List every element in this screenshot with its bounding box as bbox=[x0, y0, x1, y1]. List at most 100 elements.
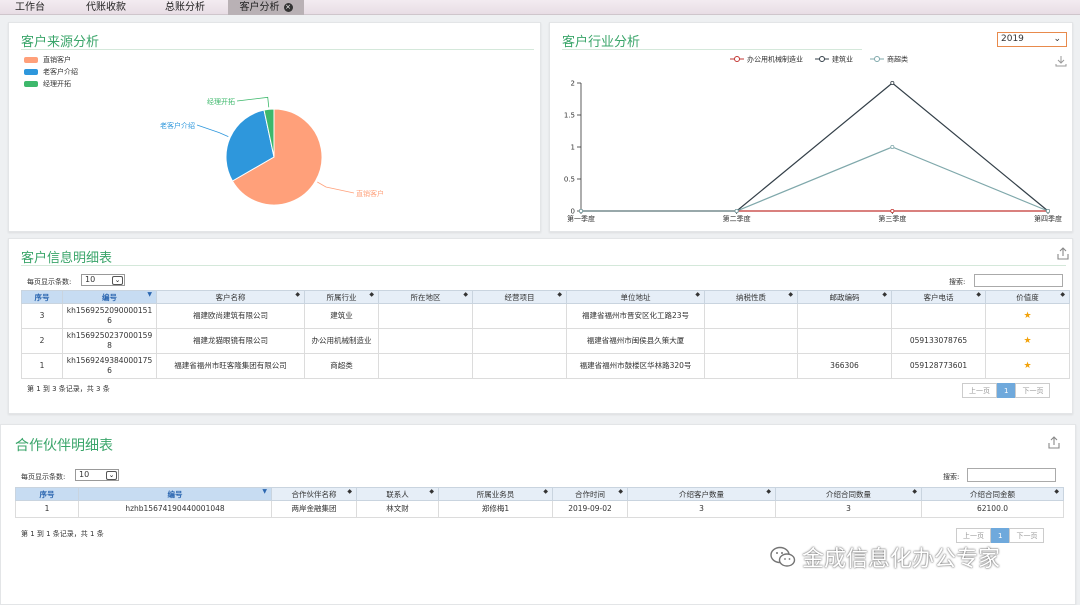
client-table-panel: 客户信息明细表 每页显示条数: 10 ⌄ 搜索: 序号 编号 ▼ 客户名称 ◆ 所属行… bbox=[8, 238, 1073, 414]
col-header[interactable]: 价值度 ◆ bbox=[985, 290, 1070, 304]
star-icon: ★ bbox=[985, 303, 1070, 329]
page-size-select[interactable]: 10 ⌄ bbox=[75, 469, 119, 481]
col-header-label: 单位地址 bbox=[620, 292, 651, 302]
sort-icon: ◆ bbox=[976, 291, 981, 298]
col-header[interactable]: 所属业务员 ◆ bbox=[438, 487, 553, 501]
col-header[interactable]: 联系人 ◆ bbox=[356, 487, 439, 501]
export-icon[interactable] bbox=[1047, 436, 1061, 450]
series-line bbox=[581, 82, 1049, 212]
col-header[interactable]: 介绍客户数量 ◆ bbox=[627, 487, 776, 501]
page-size-select[interactable]: 10 ⌄ bbox=[81, 274, 125, 286]
export-icon[interactable] bbox=[1056, 247, 1070, 261]
cell-industry: 办公用机械制造业 bbox=[304, 328, 379, 354]
col-header[interactable]: 所在地区 ◆ bbox=[378, 290, 473, 304]
cell-amount: 62100.0 bbox=[921, 500, 1064, 518]
pie-label-line bbox=[317, 181, 355, 194]
table-row[interactable]: 1 kh15692493840001756 福建省福州市旺客隆集团有限公司 商超… bbox=[21, 353, 1070, 379]
cell-name: 福建省福州市旺客隆集团有限公司 bbox=[156, 353, 305, 379]
search-input[interactable] bbox=[967, 468, 1056, 482]
source-pie-chart: 直销客户 老客户介绍 经理开拓 bbox=[160, 96, 384, 206]
col-header[interactable]: 合作伙伴名称 ◆ bbox=[271, 487, 357, 501]
col-header[interactable]: 客户电话 ◆ bbox=[891, 290, 986, 304]
pagination: 上一页 1 下一页 bbox=[962, 383, 1051, 398]
tab-ledger[interactable]: 总账分析 bbox=[150, 0, 220, 15]
col-header[interactable]: 介绍合同数量 ◆ bbox=[775, 487, 922, 501]
records-summary: 第 1 到 1 条记录，共 1 条 bbox=[21, 530, 104, 538]
client-table: 序号 编号 ▼ 客户名称 ◆ 所属行业 ◆ 所在地区 ◆ 经营项目 ◆ 单位地址 ◆ 纳税性… bbox=[21, 290, 1070, 379]
table-row[interactable]: 1 hzhb15674190440001048 两岸金融集团 林文财 郑修梅1 … bbox=[15, 500, 1064, 518]
industry-panel: 客户行业分析 2019 ⌄ 0 0.5 1 1.5 2 第一季度 第二季度 第三季度 第四季度 办公… bbox=[549, 22, 1073, 232]
col-header[interactable]: 序号 bbox=[21, 290, 63, 304]
cell-name: 福建龙猫眼镜有限公司 bbox=[156, 328, 305, 354]
col-header-label: 编号 bbox=[102, 292, 117, 302]
page-size-value: 10 bbox=[85, 275, 96, 284]
search-input[interactable] bbox=[974, 274, 1063, 287]
tab-workbench[interactable]: 工作台 bbox=[0, 0, 60, 15]
industry-line-chart: 00.511.52第一季度 第二季度 第三季度 第四季度办公用机械制造业 建筑业 商超类 bbox=[564, 55, 1062, 224]
col-header-label: 序号 bbox=[34, 292, 50, 302]
cell-region bbox=[378, 303, 473, 329]
pie-label-line bbox=[236, 96, 270, 108]
col-header-label: 序号 bbox=[39, 489, 55, 499]
x-tick-label: 第四季度 bbox=[1034, 214, 1062, 223]
sort-icon: ◆ bbox=[369, 291, 374, 298]
cell-business bbox=[472, 328, 567, 354]
col-header[interactable]: 客户名称 ◆ bbox=[156, 290, 305, 304]
sort-icon: ◆ bbox=[347, 488, 352, 495]
cell-address: 福建省福州市晋安区化工路23号 bbox=[566, 303, 705, 329]
tab-collection[interactable]: 代账收款 bbox=[72, 0, 140, 15]
sort-icon: ◆ bbox=[1054, 488, 1059, 495]
col-header-label: 合作时间 bbox=[575, 489, 605, 499]
sort-icon: ◆ bbox=[882, 291, 887, 298]
col-header[interactable]: 邮政编码 ◆ bbox=[797, 290, 892, 304]
page-1-button[interactable]: 1 bbox=[997, 383, 1016, 398]
search-label: 搜索: bbox=[943, 473, 960, 481]
col-header[interactable]: 经营项目 ◆ bbox=[472, 290, 567, 304]
sort-desc-icon: ▼ bbox=[262, 488, 267, 495]
col-header-label: 所属业务员 bbox=[476, 489, 515, 499]
cell-clients: 3 bbox=[627, 500, 776, 518]
tab-customer-analysis[interactable]: 客户分析 × bbox=[228, 0, 304, 15]
cell-region bbox=[378, 328, 473, 354]
cell-date: 2019-09-02 bbox=[552, 500, 628, 518]
cell-region bbox=[378, 353, 473, 379]
col-header[interactable]: 纳税性质 ◆ bbox=[704, 290, 798, 304]
table-row[interactable]: 2 kh15692502370001598 福建龙猫眼镜有限公司 办公用机械制造… bbox=[21, 328, 1070, 354]
col-header[interactable]: 介绍合同金额 ◆ bbox=[921, 487, 1064, 501]
col-header-label: 介绍合同数量 bbox=[826, 489, 871, 499]
sort-icon: ◆ bbox=[1060, 291, 1065, 298]
search-label: 搜索: bbox=[949, 278, 966, 286]
col-header[interactable]: 序号 bbox=[15, 487, 79, 501]
col-header[interactable]: 单位地址 ◆ bbox=[566, 290, 705, 304]
col-header[interactable]: 编号 ▼ bbox=[62, 290, 157, 304]
next-page-button[interactable]: 下一页 bbox=[1015, 383, 1051, 398]
sort-icon: ◆ bbox=[618, 488, 623, 495]
table-row[interactable]: 3 kh15692520900001516 福建欧尚建筑有限公司 建筑业 福建省… bbox=[21, 303, 1070, 329]
page-size-value: 10 bbox=[79, 470, 90, 479]
legend-label: 办公用机械制造业 bbox=[747, 55, 803, 64]
series-point bbox=[734, 208, 739, 213]
cell-code: kh15692520900001516 bbox=[62, 303, 157, 329]
sort-icon: ◆ bbox=[557, 291, 562, 298]
x-tick-label: 第三季度 bbox=[878, 214, 906, 223]
cell-postcode bbox=[797, 328, 892, 354]
next-page-button[interactable]: 下一页 bbox=[1009, 528, 1045, 543]
series-line bbox=[581, 146, 1049, 212]
col-header[interactable]: 所属行业 ◆ bbox=[304, 290, 379, 304]
col-header-label: 纳税性质 bbox=[736, 292, 766, 302]
x-tick-label: 第二季度 bbox=[723, 214, 751, 223]
cell-phone: 059133078765 bbox=[891, 328, 986, 354]
close-icon[interactable]: × bbox=[283, 3, 293, 12]
legend-label: 建筑业 bbox=[832, 55, 853, 64]
col-header[interactable]: 合作时间 ◆ bbox=[552, 487, 628, 501]
col-header[interactable]: 编号 ▼ bbox=[78, 487, 272, 501]
col-header-label: 价值度 bbox=[1016, 292, 1039, 302]
sort-icon: ◆ bbox=[543, 488, 548, 495]
col-header-label: 编号 bbox=[167, 489, 183, 499]
cell-phone: 059128773601 bbox=[891, 353, 986, 379]
series-point bbox=[890, 81, 895, 86]
records-summary: 第 1 到 3 条记录，共 3 条 bbox=[27, 385, 110, 393]
wechat-icon bbox=[770, 546, 796, 567]
chevron-down-icon: ⌄ bbox=[106, 471, 117, 480]
prev-page-button[interactable]: 上一页 bbox=[962, 383, 997, 398]
